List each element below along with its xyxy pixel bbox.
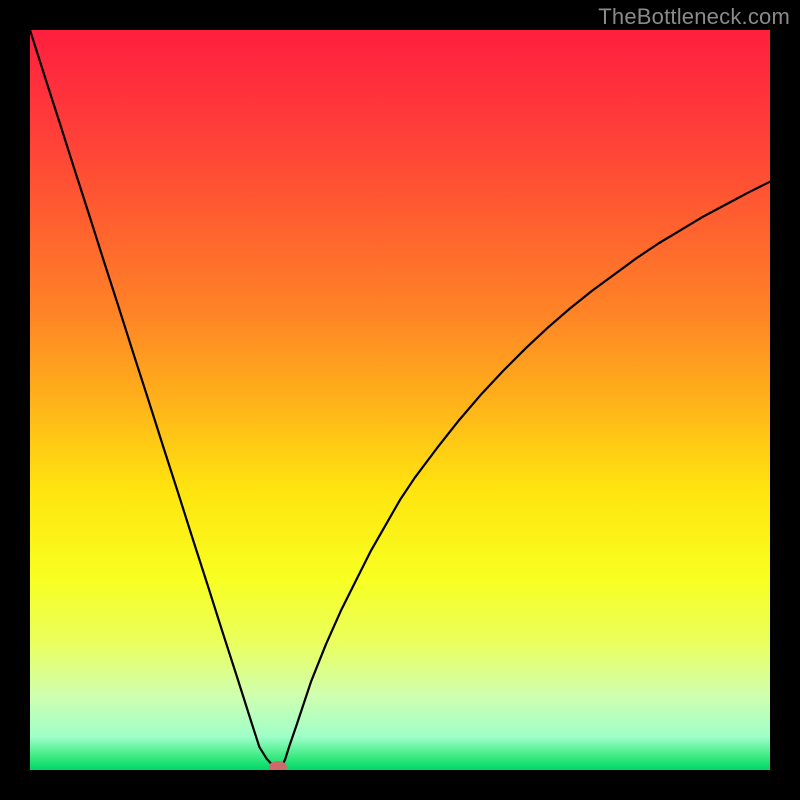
plot-background — [30, 30, 770, 770]
chart-frame: TheBottleneck.com — [0, 0, 800, 800]
watermark-text: TheBottleneck.com — [598, 4, 790, 30]
bottleneck-chart — [30, 30, 770, 770]
